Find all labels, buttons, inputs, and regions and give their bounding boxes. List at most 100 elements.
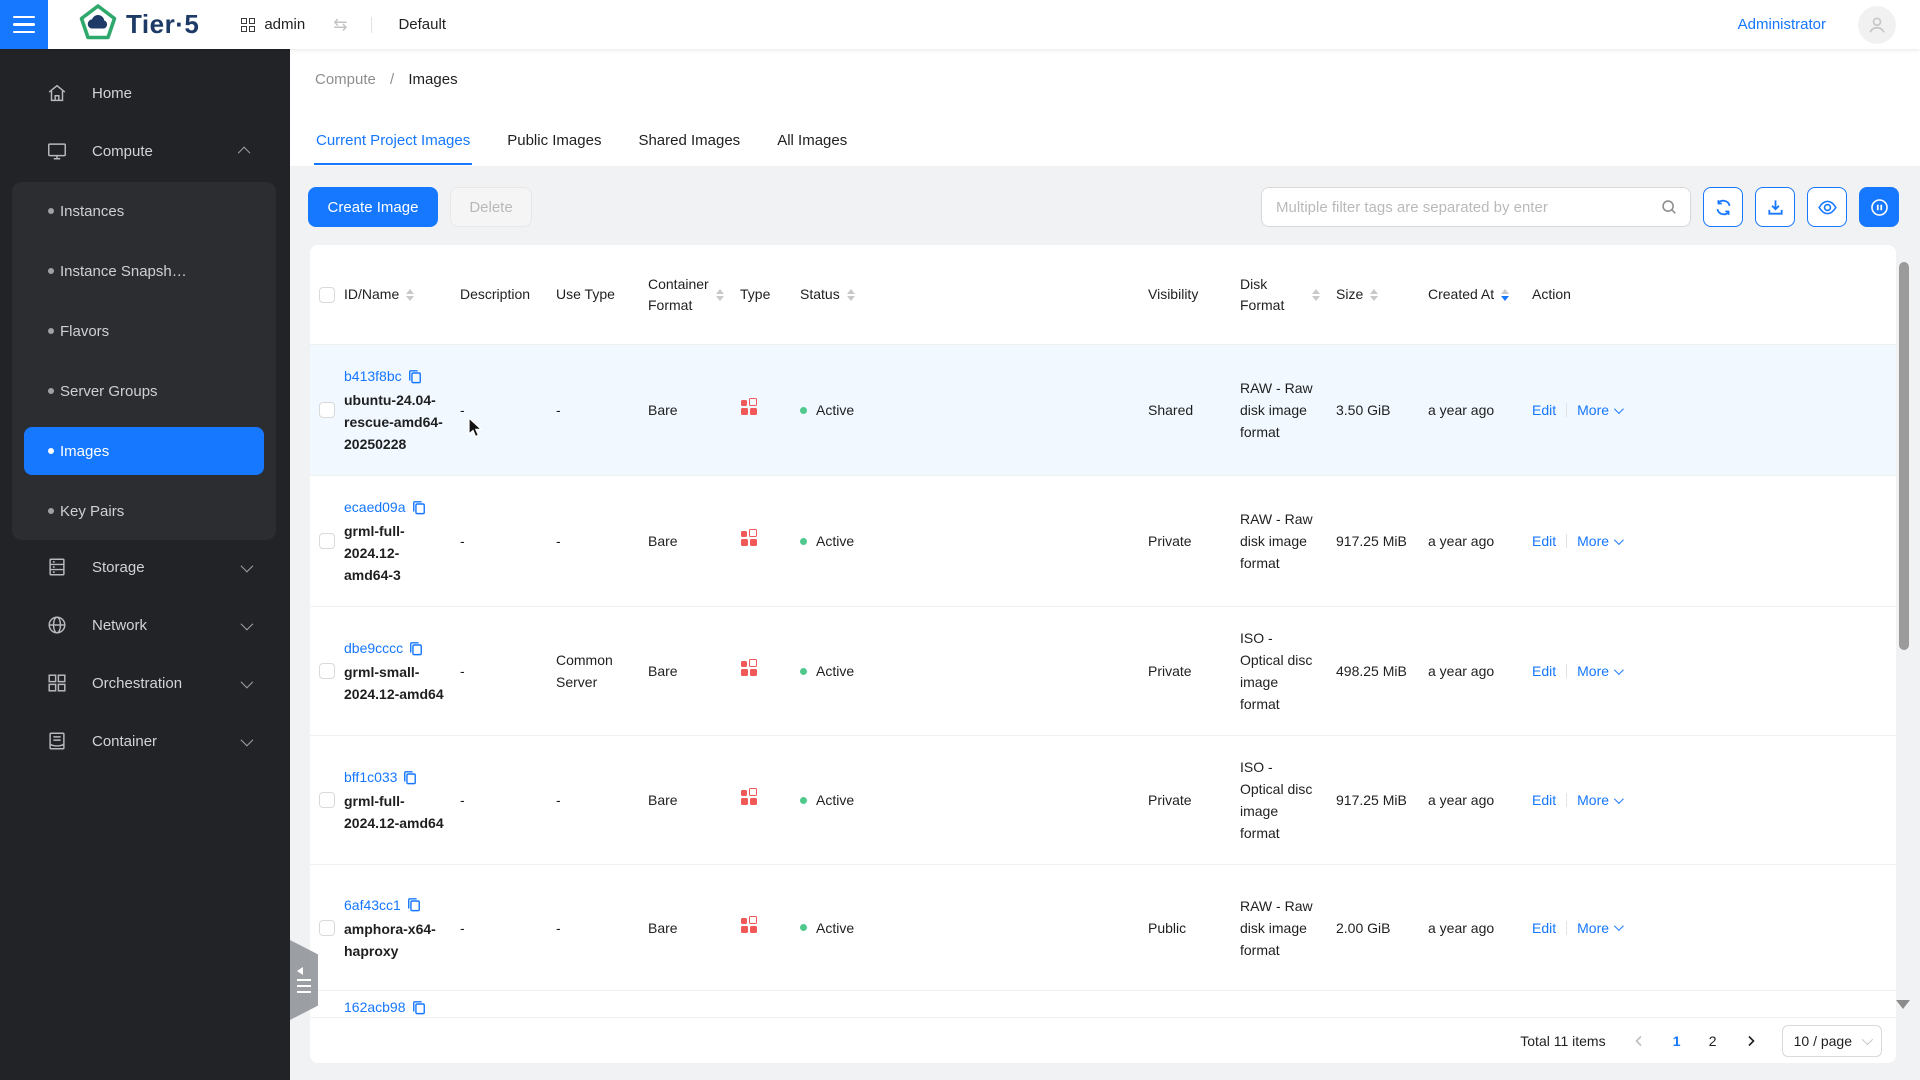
sidebar-item-instances[interactable]: Instances	[24, 187, 264, 235]
sidebar-item-compute[interactable]: Compute	[0, 131, 290, 171]
column-header-container_format[interactable]: Container Format	[648, 274, 740, 316]
scrollbar-down-arrow[interactable]	[1896, 1000, 1910, 1009]
tab-shared-images[interactable]: Shared Images	[636, 120, 742, 165]
page-size-select[interactable]: 10 / page	[1781, 1024, 1882, 1057]
cell-visibility: Public	[1148, 919, 1187, 936]
sidebar-item-container[interactable]: Container	[0, 721, 290, 761]
copy-icon[interactable]	[412, 1000, 426, 1015]
column-header-created_at[interactable]: Created At	[1428, 284, 1532, 305]
image-id-link[interactable]: b413f8bc	[344, 365, 402, 387]
sorter-icon[interactable]	[1370, 288, 1379, 301]
table-row[interactable]: ecaed09a grml-full-2024.12-amd64-3 - - B…	[310, 476, 1896, 607]
table-row[interactable]: dbe9cccc grml-small-2024.12-amd64 - Comm…	[310, 607, 1896, 736]
prev-page-button[interactable]	[1624, 1026, 1654, 1056]
image-id-link[interactable]: 6af43cc1	[344, 894, 401, 916]
image-id-link[interactable]: bff1c033	[344, 766, 397, 788]
column-header-status[interactable]: Status	[800, 284, 1148, 305]
column-header-disk_format[interactable]: Disk Format	[1240, 274, 1336, 316]
row-checkbox[interactable]	[319, 919, 335, 936]
sidebar-item-network[interactable]: Network	[0, 605, 290, 645]
filter-input-wrap	[1261, 187, 1691, 227]
cell-description: -	[460, 533, 465, 549]
image-id-link[interactable]: dbe9cccc	[344, 637, 403, 659]
copy-icon[interactable]	[403, 770, 417, 785]
cell-use-type: -	[556, 919, 561, 936]
container-icon	[46, 730, 68, 752]
copy-icon[interactable]	[409, 641, 423, 656]
edit-link[interactable]: Edit	[1532, 917, 1556, 939]
image-id-link[interactable]: ecaed09a	[344, 496, 406, 518]
scrollbar-thumb[interactable]	[1899, 262, 1909, 650]
workspace-switcher[interactable]: admin	[241, 16, 305, 33]
sorter-icon[interactable]	[846, 288, 855, 301]
sorter-icon[interactable]	[1312, 288, 1320, 301]
row-checkbox[interactable]	[319, 663, 335, 679]
tab-all-images[interactable]: All Images	[775, 120, 849, 165]
table-row[interactable]: b413f8bc ubuntu-24.04-rescue-amd64-20250…	[310, 345, 1896, 476]
delete-button[interactable]: Delete	[450, 187, 532, 227]
pause-auto-refresh-button[interactable]	[1859, 187, 1899, 227]
sidebar-item-images[interactable]: Images	[24, 427, 264, 475]
user-avatar[interactable]	[1858, 5, 1896, 44]
more-link[interactable]: More	[1577, 660, 1624, 682]
sidebar-item-orchestration[interactable]: Orchestration	[0, 663, 290, 703]
edit-link[interactable]: Edit	[1532, 789, 1556, 811]
copy-icon[interactable]	[407, 897, 421, 912]
table-row[interactable]: 6af43cc1 amphora-x64-haproxy - - Bare Ac…	[310, 865, 1896, 991]
column-header-visibility: Visibility	[1148, 286, 1199, 302]
sidebar-item-instance-snapsh-[interactable]: Instance Snapsh…	[24, 247, 264, 295]
more-link[interactable]: More	[1577, 530, 1624, 552]
table-row[interactable]: bff1c033 grml-full-2024.12-amd64 - - Bar…	[310, 736, 1896, 865]
sidebar-item-server-groups[interactable]: Server Groups	[24, 367, 264, 415]
breadcrumb-compute-link[interactable]: Compute	[315, 71, 376, 88]
more-link[interactable]: More	[1577, 399, 1624, 421]
edit-link[interactable]: Edit	[1532, 660, 1556, 682]
administrator-link[interactable]: Administrator	[1738, 16, 1826, 33]
image-id-link[interactable]: 162acb98	[344, 997, 406, 1017]
table-row[interactable]: 162acb98	[310, 991, 1896, 1017]
more-link[interactable]: More	[1577, 917, 1624, 939]
total-count: Total 11 items	[1520, 1032, 1606, 1049]
copy-icon[interactable]	[408, 369, 422, 384]
page-button-2[interactable]: 2	[1698, 1026, 1728, 1056]
tab-public-images[interactable]: Public Images	[505, 120, 603, 165]
filter-input[interactable]	[1276, 198, 1660, 216]
sidebar-item-key-pairs[interactable]: Key Pairs	[24, 487, 264, 535]
sorter-icon[interactable]	[1501, 288, 1510, 301]
sorter-icon[interactable]	[406, 288, 415, 301]
main-content: Compute / Images Current Project Images …	[290, 49, 1920, 1080]
image-type-icon	[740, 529, 758, 547]
breadcrumb: Compute / Images	[315, 71, 458, 88]
edit-link[interactable]: Edit	[1532, 530, 1556, 552]
more-link[interactable]: More	[1577, 789, 1624, 811]
cell-created-at: a year ago	[1428, 663, 1495, 679]
page-button-1[interactable]: 1	[1662, 1026, 1692, 1056]
sidebar-item-storage[interactable]: Storage	[0, 547, 290, 587]
sorter-icon[interactable]	[716, 288, 724, 301]
table-header-row: ID/Name Description Use Type Container Form…	[310, 245, 1896, 345]
storage-icon	[46, 556, 68, 578]
column-header-size[interactable]: Size	[1336, 284, 1428, 305]
image-type-icon	[740, 398, 758, 416]
tab-current-project-images[interactable]: Current Project Images	[314, 120, 473, 165]
download-button[interactable]	[1755, 187, 1795, 227]
breadcrumb-current: Images	[408, 71, 458, 88]
select-all-checkbox[interactable]	[319, 286, 335, 303]
copy-icon[interactable]	[412, 500, 426, 515]
sidebar-item-flavors[interactable]: Flavors	[24, 307, 264, 355]
create-image-button[interactable]: Create Image	[308, 187, 438, 227]
menu-toggle-button[interactable]	[0, 0, 48, 49]
sidebar-item-home[interactable]: Home	[0, 73, 290, 113]
row-checkbox[interactable]	[319, 533, 335, 549]
switch-project-icon[interactable]: ⇆	[333, 15, 347, 35]
next-page-button[interactable]	[1736, 1026, 1766, 1056]
column-header-id_name[interactable]: ID/Name	[344, 284, 460, 305]
cell-use-type: -	[556, 792, 561, 808]
watch-columns-button[interactable]	[1807, 187, 1847, 227]
refresh-button[interactable]	[1703, 187, 1743, 227]
row-checkbox[interactable]	[319, 792, 335, 808]
edit-link[interactable]: Edit	[1532, 399, 1556, 421]
vertical-scrollbar[interactable]	[1898, 254, 1910, 1012]
row-checkbox[interactable]	[319, 402, 335, 418]
chevron-icon	[240, 733, 254, 746]
